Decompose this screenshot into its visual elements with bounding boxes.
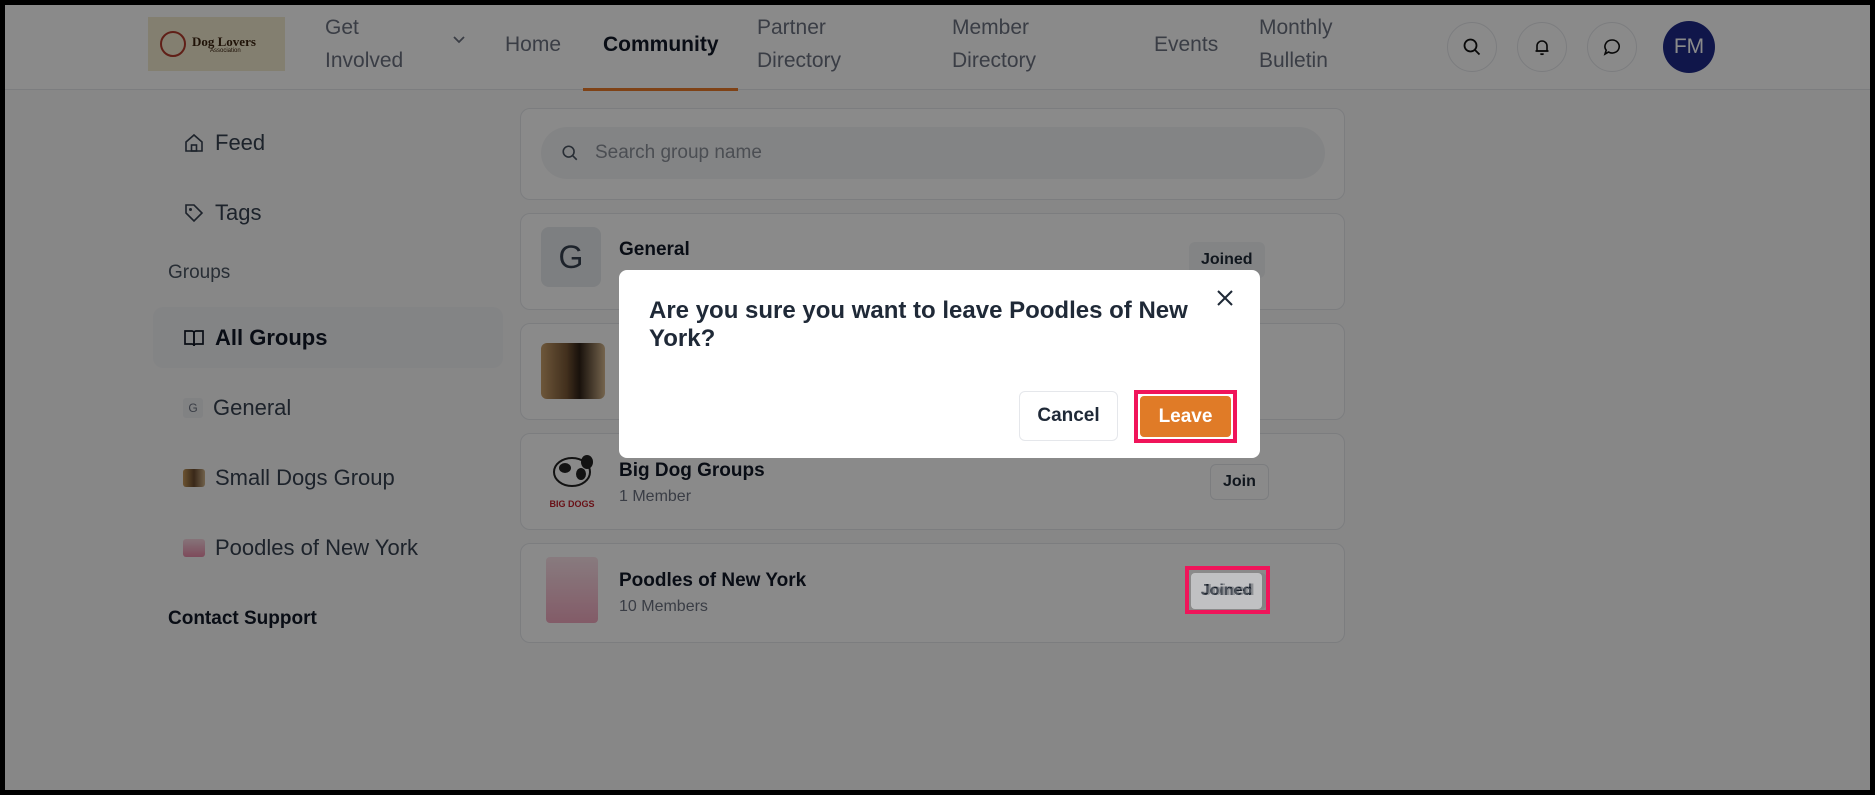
cancel-button[interactable]: Cancel <box>1019 391 1118 441</box>
dialog-title: Are you sure you want to leave Poodles o… <box>649 297 1188 352</box>
app-frame: Dog Lovers Association Get Involved Home… <box>5 5 1870 790</box>
leave-group-dialog: Are you sure you want to leave Poodles o… <box>619 270 1260 458</box>
leave-button[interactable]: Leave <box>1140 396 1231 437</box>
highlight-joined-button <box>1185 566 1270 614</box>
close-icon[interactable] <box>1213 286 1237 310</box>
